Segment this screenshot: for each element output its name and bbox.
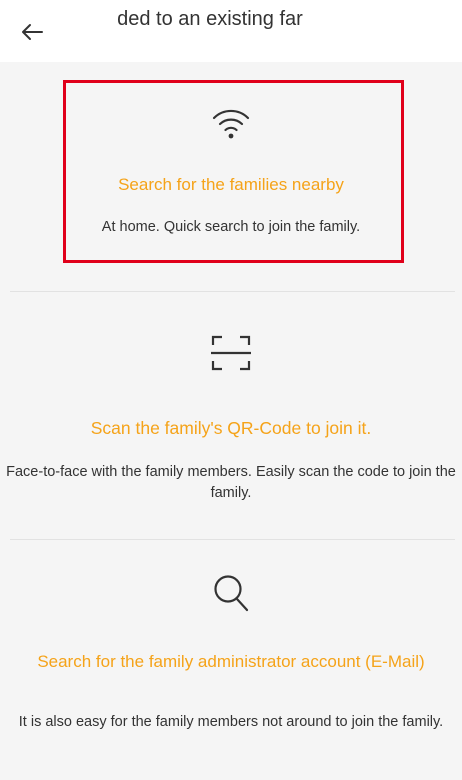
option-search-admin-email[interactable]: Search for the family administrator acco… <box>0 540 462 780</box>
option-label: Search for the families nearby <box>118 175 344 194</box>
option-description: Face-to-face with the family members. Ea… <box>6 464 456 501</box>
qr-scan-icon <box>211 335 251 371</box>
arrow-left-icon <box>22 24 43 40</box>
option-label: Search for the family administrator acco… <box>37 652 425 671</box>
page-title: dded to an existing far <box>118 8 303 30</box>
option-scan-qr[interactable]: Scan the family's QR-Code to join it. Fa… <box>0 293 462 538</box>
option-search-nearby[interactable]: Search for the families nearby At home. … <box>0 80 462 268</box>
header-bar: dded to an existing far <box>0 0 462 62</box>
option-label: Scan the family's QR-Code to join it. <box>90 418 372 438</box>
option-description: It is also easy for the family members n… <box>18 714 444 730</box>
option-description: At home. Quick search to join the family… <box>101 219 361 235</box>
wifi-icon <box>212 109 250 139</box>
divider <box>10 291 455 292</box>
back-button[interactable] <box>12 14 52 50</box>
search-icon <box>214 575 249 612</box>
